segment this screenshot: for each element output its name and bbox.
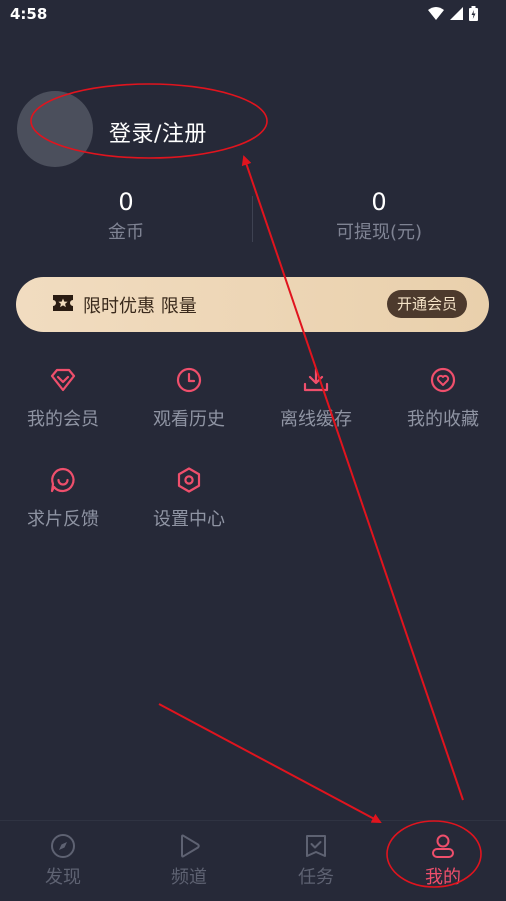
login-register-link[interactable]: 登录/注册 [109, 116, 207, 148]
grid-item-my-membership[interactable]: 我的会员 [0, 366, 126, 431]
withdrawable-stat[interactable]: 0 可提现(元) [279, 186, 479, 248]
grid-item-request-feedback[interactable]: 求片反馈 [0, 466, 126, 531]
clock-icon [176, 367, 202, 393]
user-icon [432, 834, 454, 858]
grid-label: 求片反馈 [27, 509, 99, 530]
settings-icon [177, 467, 201, 493]
status-bar: 4:58 [0, 0, 506, 28]
tab-label: 任务 [298, 867, 334, 888]
status-time: 4:58 [10, 5, 48, 23]
tab-label: 我的 [425, 867, 461, 888]
wifi-icon [428, 7, 444, 20]
open-vip-button[interactable]: 开通会员 [386, 290, 467, 318]
stats-divider [252, 196, 253, 242]
signal-icon [450, 7, 463, 20]
coins-label: 金币 [108, 222, 144, 243]
vip-promo-text: 限时优惠 限量 [83, 296, 197, 317]
grid-label: 离线缓存 [280, 409, 352, 430]
grid-item-settings-center[interactable]: 设置中心 [126, 466, 252, 531]
ticket-icon [53, 295, 73, 311]
battery-icon [469, 6, 478, 21]
grid-item-offline-cache[interactable]: 离线缓存 [253, 366, 379, 431]
compass-icon [51, 834, 75, 858]
grid-label: 我的收藏 [407, 409, 479, 430]
tab-discover[interactable]: 发现 [0, 833, 126, 889]
feedback-icon [50, 467, 75, 493]
coins-value: 0 [118, 188, 134, 216]
withdrawable-label: 可提现(元) [335, 222, 423, 243]
grid-label: 我的会员 [27, 409, 99, 430]
grid-label: 设置中心 [153, 509, 225, 530]
task-icon [306, 835, 326, 857]
tab-label: 频道 [171, 867, 207, 888]
grid-item-my-favorites[interactable]: 我的收藏 [380, 366, 506, 431]
tab-label: 发现 [45, 867, 81, 888]
tab-mine[interactable]: 我的 [380, 833, 506, 889]
diamond-icon [50, 368, 76, 392]
heart-icon [430, 367, 456, 393]
bottom-tab-bar: 发现 频道 任务 我的 [0, 820, 506, 901]
download-icon [303, 367, 329, 392]
arrow-to-mine-tab [158, 703, 382, 823]
withdrawable-value: 0 [371, 188, 387, 216]
grid-item-watch-history[interactable]: 观看历史 [126, 366, 252, 431]
grid-label: 观看历史 [153, 409, 225, 430]
arrow-to-login [241, 155, 464, 801]
tab-channels[interactable]: 频道 [126, 833, 252, 889]
avatar[interactable] [17, 91, 93, 167]
tab-tasks[interactable]: 任务 [253, 833, 379, 889]
status-icons [428, 6, 478, 21]
vip-banner[interactable]: 限时优惠 限量 开通会员 [16, 277, 489, 332]
coins-stat[interactable]: 0 金币 [26, 186, 226, 248]
play-icon [181, 834, 200, 858]
